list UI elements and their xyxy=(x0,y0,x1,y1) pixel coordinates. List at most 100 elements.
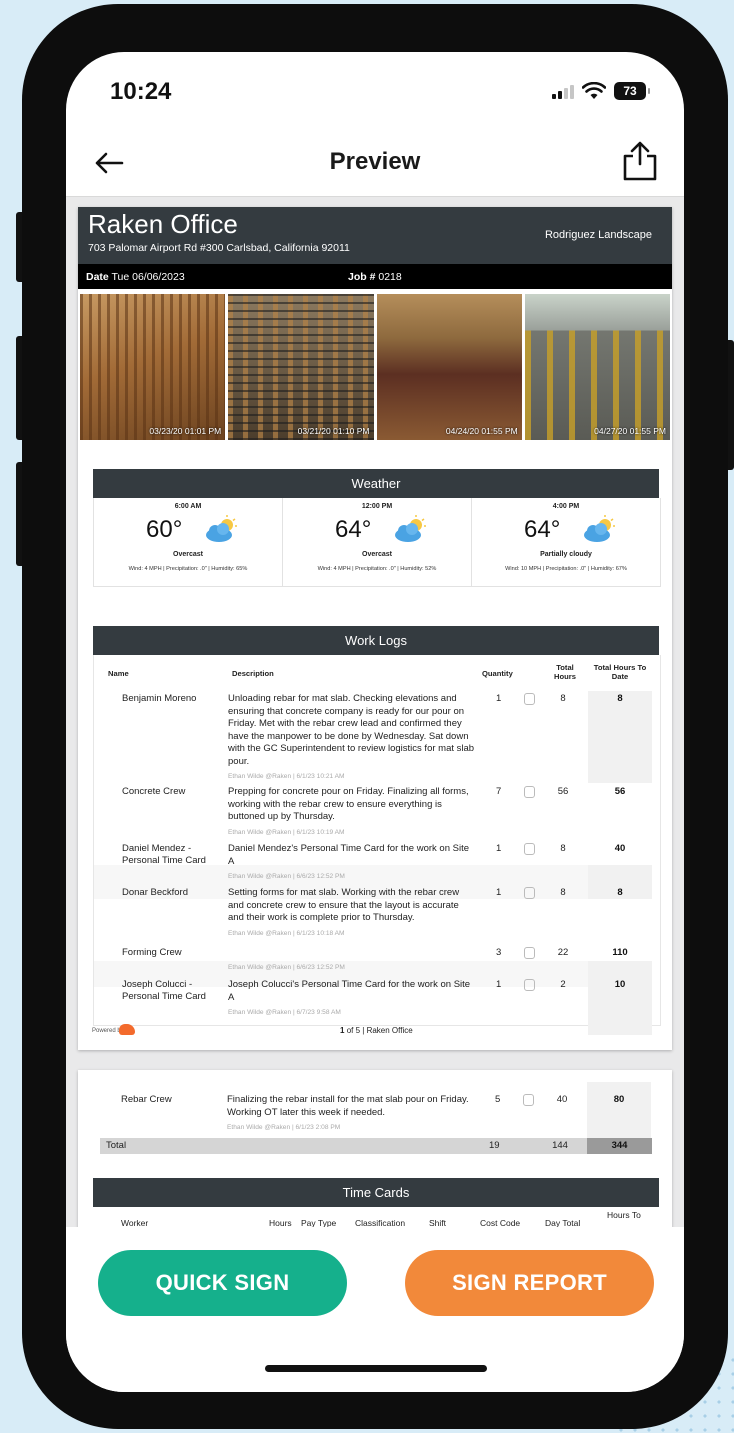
status-time: 10:24 xyxy=(110,78,172,105)
battery-level: 73 xyxy=(623,84,637,98)
row-meta: Ethan Wilde @Raken | 6/1/23 2:08 PM xyxy=(227,1124,341,1131)
row-meta: Ethan Wilde @Raken | 6/1/23 10:18 AM xyxy=(228,929,345,937)
total-label: Total xyxy=(106,1140,127,1151)
subcontractor-name: Rodriguez Landscape xyxy=(544,229,652,241)
row-meta: Ethan Wilde @Raken | 6/1/23 10:21 AM xyxy=(228,773,345,780)
report-page-2: Rebar Crew Finalizing the rebar install … xyxy=(78,1070,672,1227)
quick-sign-button[interactable]: QUICK SIGN xyxy=(98,1250,347,1316)
work-logs-section-header: Work Logs xyxy=(93,626,659,655)
row-total-to-date: 40 xyxy=(614,843,626,854)
row-total-to-date: 56 xyxy=(614,786,626,797)
weather-details: Wind: 4 MPH | Precipitation: .0" | Humid… xyxy=(128,566,248,572)
attachment-icon[interactable] xyxy=(524,843,535,855)
company-name: Raken Office xyxy=(88,209,238,239)
col-header-hours-to-date: Hours To xyxy=(607,1210,641,1220)
row-hours: 56 xyxy=(557,786,569,797)
row-description: Joseph Colucci's Personal Time Card for … xyxy=(228,979,476,1020)
weather-temp: 60° xyxy=(146,516,183,543)
time-cards-header-row: Worker Hours Pay Type Classification Shi… xyxy=(93,1208,659,1227)
phone-screen: 10:24 73 Preview Raken Office 703 Paloma… xyxy=(66,52,684,1392)
site-photo[interactable]: 03/21/20 01:10 PM xyxy=(228,294,374,440)
row-name: Benjamin Moreno xyxy=(122,693,197,704)
wifi-icon xyxy=(582,82,606,99)
report-header: Raken Office 703 Palomar Airport Rd #300… xyxy=(78,207,672,264)
row-description: Setting forms for mat slab. Working with… xyxy=(228,887,476,940)
row-description: Unloading rebar for mat slab. Checking e… xyxy=(228,693,476,784)
attachment-icon[interactable] xyxy=(524,979,535,991)
row-hours: 8 xyxy=(560,887,566,898)
row-hours: 22 xyxy=(557,947,569,958)
row-name: Concrete Crew xyxy=(122,786,186,797)
status-icons: 73 xyxy=(552,82,650,100)
photo-strip: 03/23/20 01:01 PM 03/21/20 01:10 PM 04/2… xyxy=(80,294,670,440)
site-photo[interactable]: 03/23/20 01:01 PM xyxy=(80,294,226,440)
status-bar: 10:24 73 xyxy=(66,52,684,132)
weather-details: Wind: 10 MPH | Precipitation: .0" | Humi… xyxy=(505,566,627,572)
col-header-pay-type: Pay Type xyxy=(301,1218,337,1227)
weather-section-header: Weather xyxy=(93,469,659,498)
col-header-shift: Shift xyxy=(429,1218,447,1227)
col-header-name: Name xyxy=(108,669,129,678)
row-quantity: 1 xyxy=(496,843,502,854)
row-quantity: 3 xyxy=(496,947,502,958)
row-total-to-date: 110 xyxy=(612,947,628,958)
row-quantity: 1 xyxy=(496,979,502,990)
col-header-classification: Classification xyxy=(355,1218,406,1227)
battery-icon: 73 xyxy=(614,82,650,100)
row-quantity: 5 xyxy=(495,1094,501,1105)
sign-report-button[interactable]: SIGN REPORT xyxy=(405,1250,654,1316)
nav-bar: Preview xyxy=(66,132,684,197)
row-total-to-date: 8 xyxy=(617,693,623,704)
col-header-hours: Hours xyxy=(269,1218,292,1227)
weather-temp: 64° xyxy=(335,516,372,543)
total-column-band xyxy=(588,691,652,783)
attachment-icon[interactable] xyxy=(524,887,535,899)
row-name: Daniel Mendez - Personal Time Card xyxy=(122,843,206,866)
report-date: Date Tue 06/06/2023 xyxy=(86,271,185,283)
page-footer: Powered by 1 of 5 | Raken Office xyxy=(78,1020,672,1050)
attachment-icon[interactable] xyxy=(523,1094,534,1106)
weather-time: 6:00 AM xyxy=(174,503,202,510)
row-hours: 2 xyxy=(560,979,566,990)
report-preview[interactable]: Raken Office 703 Palomar Airport Rd #300… xyxy=(66,197,684,1227)
row-quantity: 7 xyxy=(496,786,502,797)
photo-timestamp: 04/24/20 01:55 PM xyxy=(445,426,518,436)
col-header-worker: Worker xyxy=(121,1218,149,1227)
col-header-cost-code: Cost Code xyxy=(480,1218,521,1227)
weather-entry: 6:00 AM 60° Overcast Wind: 4 MPH | Preci… xyxy=(94,498,283,586)
col-header-total-hours: Total Hours xyxy=(554,663,576,681)
weather-time: 12:00 PM xyxy=(361,503,393,510)
attachment-icon[interactable] xyxy=(524,786,535,798)
site-photo[interactable]: 04/27/20 01:55 PM xyxy=(524,294,670,440)
total-hours: 144 xyxy=(552,1140,568,1151)
row-hours: 8 xyxy=(560,843,566,854)
row-total-to-date: 10 xyxy=(614,979,626,990)
site-photo[interactable]: 04/24/20 01:55 PM xyxy=(376,294,522,440)
row-description: Daniel Mendez's Personal Time Card for t… xyxy=(228,843,476,884)
home-indicator[interactable] xyxy=(265,1365,487,1372)
photo-timestamp: 03/23/20 01:01 PM xyxy=(149,426,222,436)
date-job-bar: Date Tue 06/06/2023 Job # 0218 xyxy=(78,264,672,289)
row-quantity: 1 xyxy=(496,693,502,704)
weather-desc: Overcast xyxy=(173,551,203,558)
row-meta: Ethan Wilde @Raken | 6/6/23 12:52 PM xyxy=(228,964,345,971)
job-number: Job # 0218 xyxy=(348,271,402,283)
row-quantity: 1 xyxy=(496,887,502,898)
weather-entry: 12:00 PM 64° Overcast Wind: 4 MPH | Prec… xyxy=(283,498,472,586)
row-description: Prepping for concrete pour on Friday. Fi… xyxy=(228,786,476,839)
total-to-date: 344 xyxy=(587,1138,652,1154)
partly-cloudy-icon xyxy=(584,515,615,542)
attachment-icon[interactable] xyxy=(524,693,535,705)
attachment-icon[interactable] xyxy=(524,947,535,959)
row-description: Ethan Wilde @Raken | 6/6/23 12:52 PM xyxy=(228,959,476,975)
weather-details: Wind: 4 MPH | Precipitation: .0" | Humid… xyxy=(317,566,437,572)
share-icon[interactable] xyxy=(620,140,660,182)
row-meta: Ethan Wilde @Raken | 6/7/23 9:58 AM xyxy=(228,1009,341,1016)
weather-desc: Partially cloudy xyxy=(540,551,592,558)
weather-entry: 4:00 PM 64° Partially cloudy Wind: 10 MP… xyxy=(472,498,660,586)
weather-desc: Overcast xyxy=(362,551,392,558)
time-cards-section-header: Time Cards xyxy=(93,1178,659,1207)
col-header-quantity: Quantity xyxy=(482,669,513,678)
action-bar: QUICK SIGN SIGN REPORT xyxy=(66,1227,684,1392)
row-hours: 8 xyxy=(560,693,566,704)
